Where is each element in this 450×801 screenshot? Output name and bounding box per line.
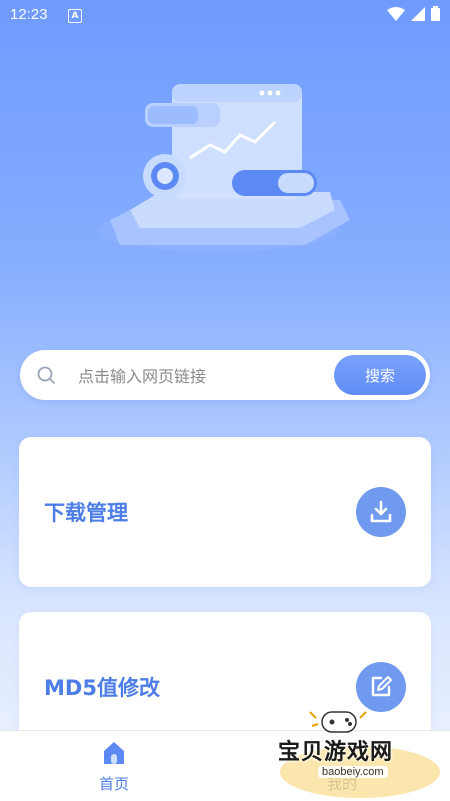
card-title: MD5值修改 xyxy=(44,676,160,700)
status-icons xyxy=(387,6,440,21)
battery-icon xyxy=(431,6,440,21)
card-download-manager[interactable]: 下载管理 xyxy=(19,437,431,587)
tab-home-label: 首页 xyxy=(98,775,129,793)
watermark-logo: 宝贝游戏网 baobeiy.com xyxy=(270,700,450,800)
card-title: 下载管理 xyxy=(44,501,128,525)
search-icon xyxy=(37,366,55,384)
hero-illustration xyxy=(98,84,350,252)
watermark-url: baobeiy.com xyxy=(318,766,388,778)
search-input[interactable] xyxy=(76,362,340,390)
home-icon xyxy=(104,742,124,764)
download-icon[interactable] xyxy=(356,487,406,537)
status-bar: 12:23 A xyxy=(0,0,450,32)
search-bar: 搜索 xyxy=(20,350,430,400)
wifi-icon xyxy=(387,6,405,21)
status-time: 12:23 xyxy=(10,6,48,23)
status-badge: A xyxy=(68,9,82,23)
watermark-text: 宝贝游戏网 xyxy=(278,740,394,765)
tab-home[interactable]: 首页 xyxy=(82,739,146,797)
search-button[interactable]: 搜索 xyxy=(334,355,426,395)
signal-icon xyxy=(411,6,425,21)
